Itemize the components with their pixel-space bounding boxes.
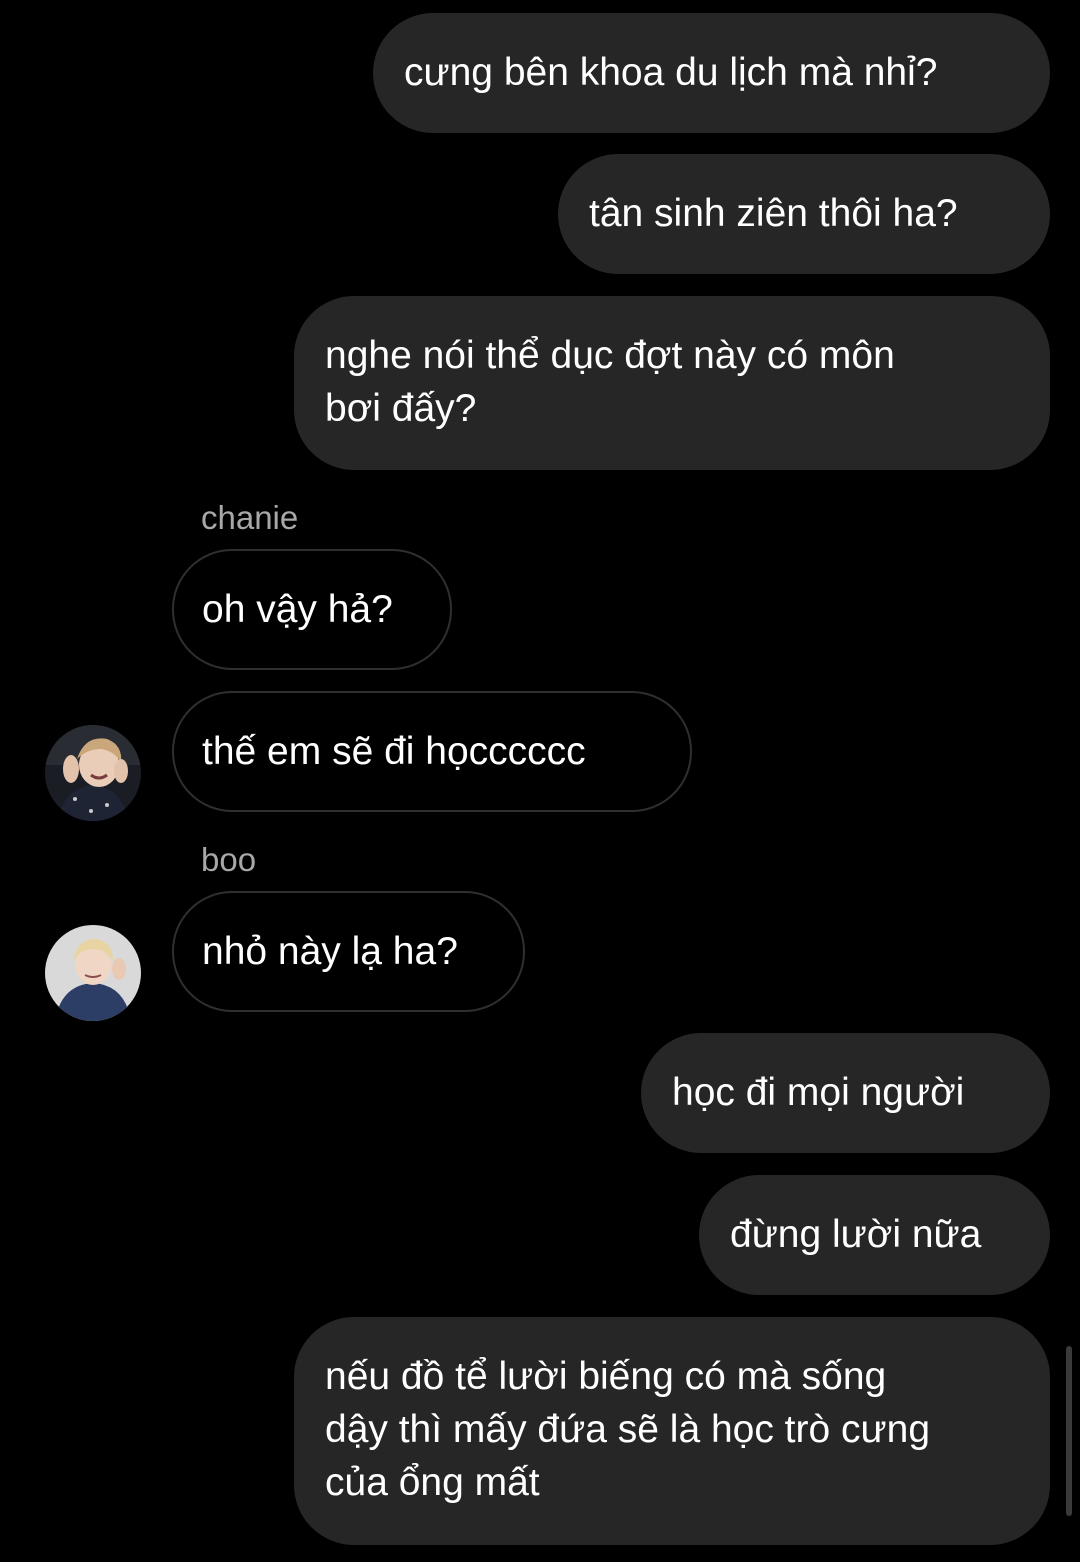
chanie-avatar[interactable] xyxy=(45,725,141,821)
outgoing-message[interactable]: tân sinh ziên thôi ha? xyxy=(558,154,1050,274)
message-text: đừng lười nữa xyxy=(730,1213,982,1256)
message-text-line: của ổng mất xyxy=(325,1461,540,1504)
sender-name-boo: boo xyxy=(201,841,257,878)
boo-avatar[interactable] xyxy=(45,925,141,1021)
message-text-line: dậy thì mấy đứa sẽ là học trò cưng xyxy=(325,1408,931,1451)
message-text: oh vậy hả? xyxy=(202,588,393,631)
outgoing-message[interactable]: cưng bên khoa du lịch mà nhỉ? xyxy=(373,13,1050,133)
message-text: thế em sẽ đi họcccccc xyxy=(202,730,586,773)
incoming-message[interactable]: thế em sẽ đi họcccccc xyxy=(172,691,692,812)
incoming-message[interactable]: nhỏ này lạ ha? xyxy=(172,891,525,1012)
outgoing-message[interactable]: nếu đồ tể lười biếng có mà sống dậy thì … xyxy=(294,1317,1050,1545)
profile-photo-icon xyxy=(45,925,141,1021)
outgoing-message[interactable]: đừng lười nữa xyxy=(699,1175,1050,1295)
scrollbar[interactable] xyxy=(1066,1346,1072,1516)
message-text-line: nếu đồ tể lười biếng có mà sống xyxy=(325,1355,887,1398)
message-text: cưng bên khoa du lịch mà nhỉ? xyxy=(404,51,938,94)
outgoing-message[interactable]: học đi mọi người xyxy=(641,1033,1050,1153)
outgoing-message[interactable]: nghe nói thể dục đợt này có môn bơi đấy? xyxy=(294,296,1050,470)
message-text: nhỏ này lạ ha? xyxy=(202,930,458,973)
profile-photo-icon xyxy=(45,725,141,821)
message-text: tân sinh ziên thôi ha? xyxy=(589,192,958,235)
message-text: học đi mọi người xyxy=(672,1071,965,1114)
incoming-message[interactable]: oh vậy hả? xyxy=(172,549,452,670)
message-text-line: bơi đấy? xyxy=(325,387,477,430)
sender-name-chanie: chanie xyxy=(201,499,299,536)
message-text-line: nghe nói thể dục đợt này có môn xyxy=(325,334,895,377)
